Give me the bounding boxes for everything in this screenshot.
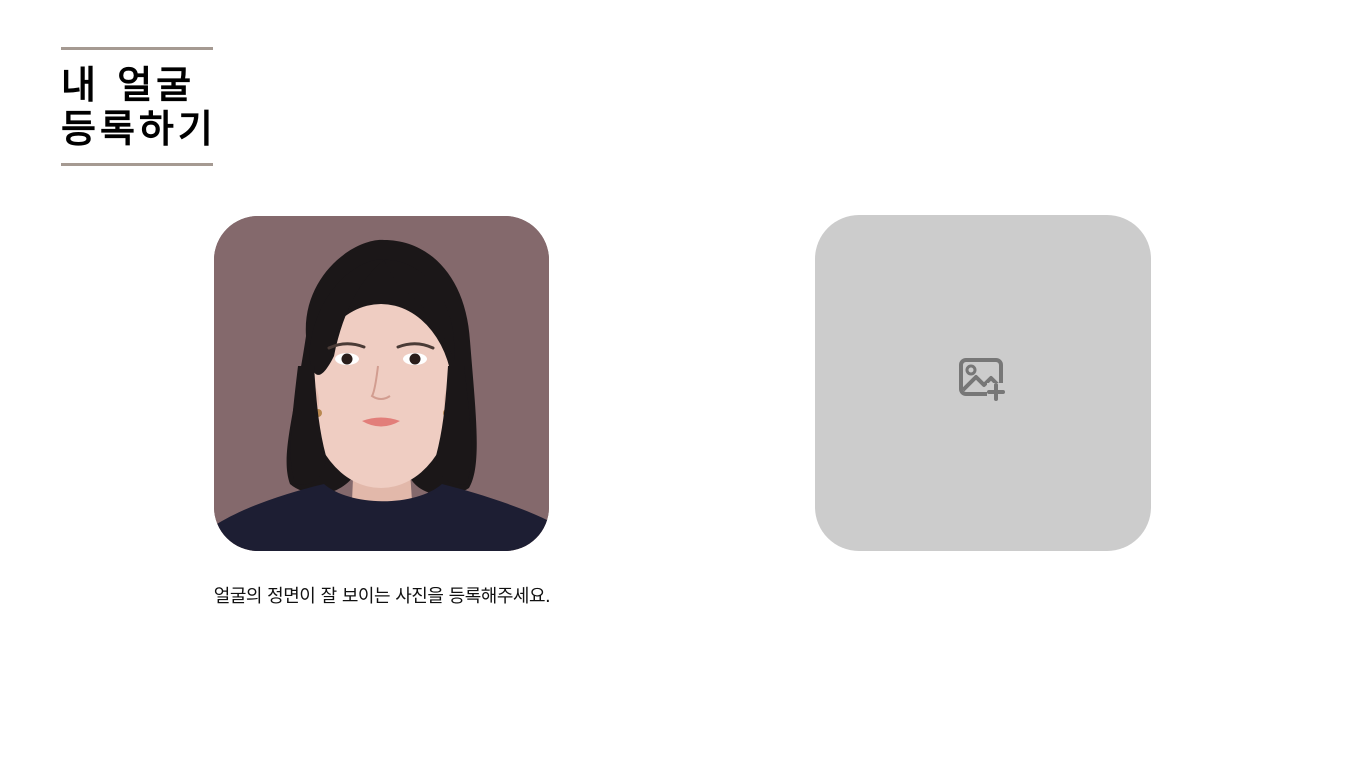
page: 내 얼굴 등록하기 얼굴의 정면이 잘 보이는 사진을 등록해주세요.	[0, 0, 1366, 768]
add-image-icon[interactable]	[958, 357, 1006, 401]
photo-guide-caption: 얼굴의 정면이 잘 보이는 사진을 등록해주세요.	[213, 586, 551, 607]
face-photo-image	[214, 216, 549, 551]
page-title-line1: 내 얼굴	[61, 63, 196, 107]
registered-face-photo[interactable]	[214, 216, 549, 551]
page-title-line2: 등록하기	[61, 107, 217, 151]
page-title-block: 내 얼굴 등록하기	[61, 47, 213, 166]
